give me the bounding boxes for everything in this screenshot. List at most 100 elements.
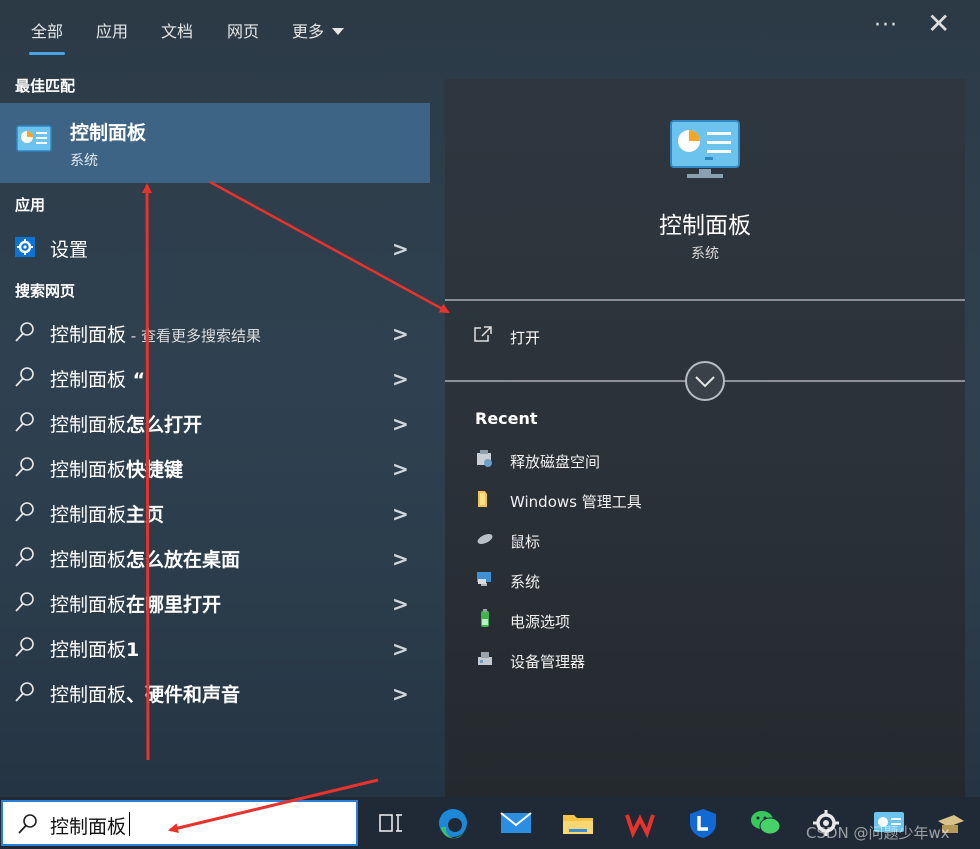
chevron-right-icon[interactable]: > <box>392 592 409 616</box>
mail-icon[interactable] <box>499 807 533 839</box>
edge-icon[interactable] <box>436 807 470 839</box>
task-view-icon[interactable] <box>374 807 408 839</box>
web-result-label: 控制面板怎么放在桌面 <box>50 545 240 572</box>
chevron-right-icon[interactable]: > <box>392 547 409 571</box>
tab-all[interactable]: 全部 <box>28 18 66 55</box>
search-icon <box>15 457 34 477</box>
app-item-label: 设置 <box>50 239 89 261</box>
expand-button[interactable] <box>685 361 725 401</box>
divider <box>445 299 965 301</box>
detail-panel: 控制面板 系统 打开 Recent 释放磁盘空间 Windows 管理工具 鼠标 系统… <box>445 79 965 797</box>
web-result-item[interactable]: 控制面板 - 查看更多搜索结果 > <box>0 310 430 354</box>
recent-item[interactable]: 设备管理器 <box>475 649 585 673</box>
recent-item-label: 电源选项 <box>510 613 571 631</box>
web-result-query: 控制面板 <box>50 639 127 661</box>
recent-item[interactable]: 鼠标 <box>475 529 540 553</box>
detail-subtitle: 系统 <box>691 246 719 262</box>
web-result-suffix: 怎么打开 <box>126 414 203 436</box>
chevron-right-icon[interactable]: > <box>392 637 409 661</box>
chevron-right-icon[interactable]: > <box>392 457 409 481</box>
disk-cleanup-icon <box>477 450 492 467</box>
tab-web[interactable]: 网页 <box>227 18 259 42</box>
apps-heading: 应用 <box>15 196 46 214</box>
search-input[interactable]: 控制面板 <box>50 812 126 839</box>
web-result-label: 控制面板 - 查看更多搜索结果 <box>50 320 261 347</box>
web-result-item[interactable]: 控制面板怎么放在桌面 > <box>0 535 430 579</box>
recent-heading: Recent <box>475 409 538 428</box>
chevron-right-icon[interactable]: > <box>392 412 409 436</box>
best-match-subtitle: 系统 <box>70 153 98 169</box>
web-result-suffix: 1 <box>126 639 140 661</box>
web-result-label: 控制面板、硬件和声音 <box>50 680 240 707</box>
recent-item-label: 系统 <box>510 573 541 591</box>
open-action[interactable]: 打开 <box>473 325 540 347</box>
web-result-item[interactable]: 控制面板 “ > <box>0 355 430 399</box>
device-manager-icon <box>478 652 492 665</box>
recent-item-label: 设备管理器 <box>510 653 586 671</box>
web-result-label: 控制面板在哪里打开 <box>50 590 221 617</box>
chevron-right-icon[interactable]: > <box>392 367 409 391</box>
best-match-heading: 最佳匹配 <box>15 77 76 95</box>
search-scope-bar: 全部 应用 文档 网页 更多 ··· ✕ <box>0 0 980 64</box>
search-icon <box>15 412 34 432</box>
gear-icon <box>15 237 35 257</box>
web-result-item[interactable]: 控制面板快捷键 > <box>0 445 430 489</box>
power-options-icon <box>481 609 489 627</box>
best-match-item[interactable]: 控制面板 系统 <box>0 103 430 183</box>
wps-icon[interactable] <box>623 807 657 839</box>
tab-more[interactable]: 更多 <box>292 18 345 42</box>
tab-documents[interactable]: 文档 <box>161 18 193 42</box>
search-icon <box>15 367 34 387</box>
chevron-right-icon[interactable]: > <box>392 502 409 526</box>
web-result-query: 控制面板 <box>50 369 127 391</box>
web-result-suffix: 怎么放在桌面 <box>126 549 241 571</box>
search-icon <box>15 502 34 522</box>
chevron-right-icon[interactable]: > <box>392 237 409 261</box>
web-result-hint: - 查看更多搜索结果 <box>126 327 261 345</box>
search-icon <box>18 814 37 834</box>
open-label: 打开 <box>510 329 541 347</box>
chevron-right-icon[interactable]: > <box>392 682 409 706</box>
text-cursor <box>129 812 130 836</box>
recent-item[interactable]: Windows 管理工具 <box>475 489 642 513</box>
web-result-query: 控制面板 <box>50 414 127 436</box>
web-result-query: 控制面板 <box>50 459 127 481</box>
app-item-settings[interactable]: 设置 > <box>0 225 430 269</box>
detail-title: 控制面板 <box>659 213 751 239</box>
web-result-suffix: 主页 <box>126 504 165 526</box>
web-result-query: 控制面板 <box>50 324 127 346</box>
web-result-item[interactable]: 控制面板、硬件和声音 > <box>0 670 430 714</box>
search-icon <box>15 592 34 612</box>
wechat-icon[interactable] <box>748 807 782 839</box>
file-explorer-icon[interactable] <box>561 807 595 839</box>
tab-more-label: 更多 <box>292 22 325 41</box>
web-result-item[interactable]: 控制面板1 > <box>0 625 430 669</box>
watermark: CSDN @问题少年wx <box>806 824 950 842</box>
ellipsis-icon[interactable]: ··· <box>874 13 898 38</box>
search-icon <box>15 547 34 567</box>
close-icon[interactable]: ✕ <box>927 10 950 38</box>
web-result-suffix: 在哪里打开 <box>126 594 222 616</box>
control-panel-icon <box>16 125 52 152</box>
caret-down-icon <box>332 28 345 35</box>
web-result-label: 控制面板主页 <box>50 500 164 527</box>
web-result-label: 控制面板1 <box>50 635 139 662</box>
recent-item[interactable]: 系统 <box>475 569 540 593</box>
web-result-suffix: 快捷键 <box>126 459 184 481</box>
recent-item[interactable]: 电源选项 <box>475 609 570 633</box>
recent-item-label: 释放磁盘空间 <box>510 453 601 471</box>
folder-icon <box>478 491 487 507</box>
tab-apps[interactable]: 应用 <box>96 18 128 42</box>
recent-item[interactable]: 释放磁盘空间 <box>475 449 600 473</box>
taskbar-search-box[interactable]: 控制面板 <box>1 800 358 846</box>
chevron-down-icon <box>695 376 715 388</box>
web-result-item[interactable]: 控制面板怎么打开 > <box>0 400 430 444</box>
computer-icon <box>477 572 491 586</box>
search-icon <box>15 682 34 702</box>
web-result-item[interactable]: 控制面板在哪里打开 > <box>0 580 430 624</box>
start-search-window: 全部 应用 文档 网页 更多 ··· ✕ 最佳匹配 控制面板 系统 应用 设置 … <box>0 0 980 849</box>
web-result-query: 控制面板 <box>50 549 127 571</box>
web-result-item[interactable]: 控制面板主页 > <box>0 490 430 534</box>
chevron-right-icon[interactable]: > <box>392 322 409 346</box>
lenovo-icon[interactable] <box>686 807 720 839</box>
